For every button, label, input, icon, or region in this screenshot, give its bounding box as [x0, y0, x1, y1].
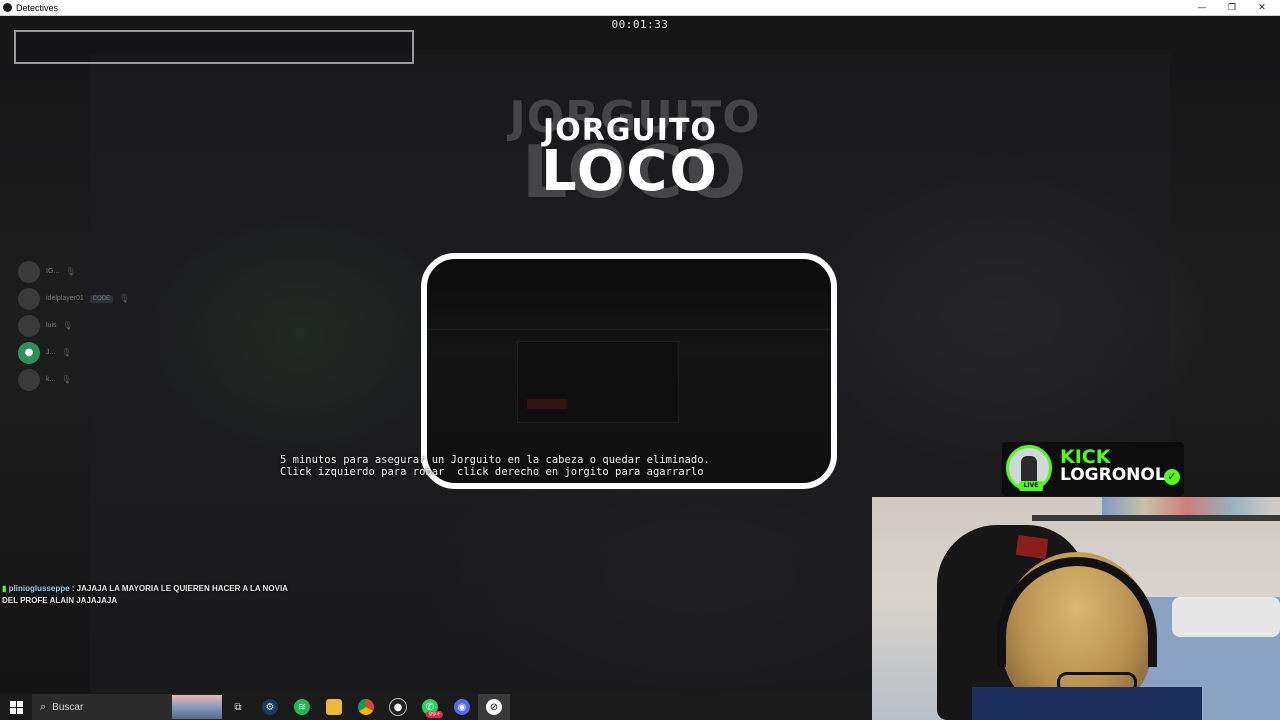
task-view-button[interactable]: ⧉ — [222, 694, 254, 720]
app-icon — [3, 3, 12, 12]
voice-overlay: IG... 🎙 idelplayer01 CODE 🎙 luis 🎙 ● J..… — [18, 258, 135, 393]
window-titlebar: Detectives — ❐ ✕ — [0, 0, 1280, 16]
windows-taskbar: ⌕ Buscar ⧉ ⚙ ≋ ● ✆ 99+ ◉ ⊘ — [0, 694, 872, 720]
chrome-icon — [358, 699, 374, 715]
game-icon: ⊘ — [486, 699, 502, 715]
restore-button[interactable]: ❐ — [1217, 0, 1247, 15]
streamer-username: LOGRONOL — [1060, 465, 1166, 485]
webcam-pillow — [1172, 597, 1280, 637]
preview-scene-detail — [527, 399, 567, 409]
verified-check-icon: ✓ — [1164, 469, 1180, 485]
avatar — [18, 314, 40, 337]
avatar — [18, 260, 40, 283]
voice-member-name: IG... — [46, 268, 60, 275]
spotify-icon: ≋ — [294, 699, 310, 715]
round-timer: 00:01:33 — [611, 18, 669, 31]
game-button[interactable]: ⊘ — [478, 694, 510, 720]
voice-member-badge: CODE — [89, 294, 114, 303]
window-title: Detectives — [16, 2, 59, 13]
muted-mic-icon: 🎙 — [61, 375, 72, 384]
chat-username: plinioglusseppe — [8, 584, 70, 593]
obs-icon: ● — [389, 698, 407, 716]
avatar — [18, 287, 40, 310]
chrome-button[interactable] — [350, 694, 382, 720]
task-view-icon: ⧉ — [234, 701, 242, 713]
webcam-shirt — [972, 687, 1202, 720]
instructions-line1: 5 minutos para asegurar un Jorguito en l… — [280, 454, 710, 466]
preview-scene-line — [427, 329, 831, 330]
webcam-shelf-items — [1102, 497, 1272, 515]
start-button[interactable] — [0, 694, 32, 720]
webcam-shelf — [1032, 515, 1280, 521]
steam-icon: ⚙ — [262, 699, 278, 715]
voice-member-name: luis — [46, 322, 57, 329]
windows-icon — [9, 700, 23, 714]
webcam-feed — [872, 497, 1280, 720]
search-highlight-image — [172, 695, 222, 719]
spotify-button[interactable]: ≋ — [286, 694, 318, 720]
avatar — [18, 368, 40, 391]
voice-member-name: J... — [46, 349, 56, 356]
folder-icon — [326, 699, 342, 715]
kick-stream-overlay: LIVE KICK LOGRONOL ✓ — [1002, 442, 1184, 496]
steam-button[interactable]: ⚙ — [254, 694, 286, 720]
search-placeholder: Buscar — [52, 701, 84, 713]
voice-member: idelplayer01 CODE 🎙 — [18, 285, 135, 312]
voice-member: ● J... 🎙 — [18, 339, 135, 366]
logo-line2: LOCO — [541, 139, 719, 204]
obs-button[interactable]: ● — [382, 694, 414, 720]
instructions-line2: Click izquierdo para robar click derecho… — [280, 466, 704, 478]
voice-member: luis 🎙 — [18, 312, 135, 339]
muted-mic-icon: 🎙 — [61, 348, 72, 357]
instructions-text: 5 minutos para asegurar un Jorguito en l… — [280, 454, 710, 478]
whatsapp-button[interactable]: ✆ 99+ — [414, 694, 446, 720]
chat-message: ▮ plinioglusseppe : JAJAJA LA MAYORIA LE… — [2, 583, 302, 607]
muted-mic-icon: 🎙 — [65, 267, 76, 276]
voice-member-name: idelplayer01 — [46, 295, 84, 302]
game-logo: JORGUITO LOCO — [470, 116, 790, 200]
muted-mic-icon: 🎙 — [119, 294, 130, 303]
preview-scene-object — [517, 341, 679, 423]
voice-member-name: k... — [46, 376, 56, 383]
status-box — [14, 30, 414, 64]
minimize-button[interactable]: — — [1187, 0, 1217, 15]
muted-mic-icon: 🎙 — [62, 321, 73, 330]
live-badge: LIVE — [1019, 481, 1043, 491]
discord-button[interactable]: ◉ — [446, 694, 478, 720]
webcam-chair-logo — [1015, 535, 1049, 559]
taskbar-search[interactable]: ⌕ Buscar — [32, 694, 222, 720]
voice-member: IG... 🎙 — [18, 258, 135, 285]
notification-badge: 99+ — [426, 711, 443, 718]
search-icon: ⌕ — [40, 700, 47, 713]
file-explorer-button[interactable] — [318, 694, 350, 720]
voice-member: k... 🎙 — [18, 366, 135, 393]
close-button[interactable]: ✕ — [1247, 0, 1277, 15]
discord-icon: ◉ — [454, 699, 470, 715]
discord-avatar-icon: ● — [18, 341, 40, 364]
chat-platform-icon: ▮ — [2, 584, 7, 593]
